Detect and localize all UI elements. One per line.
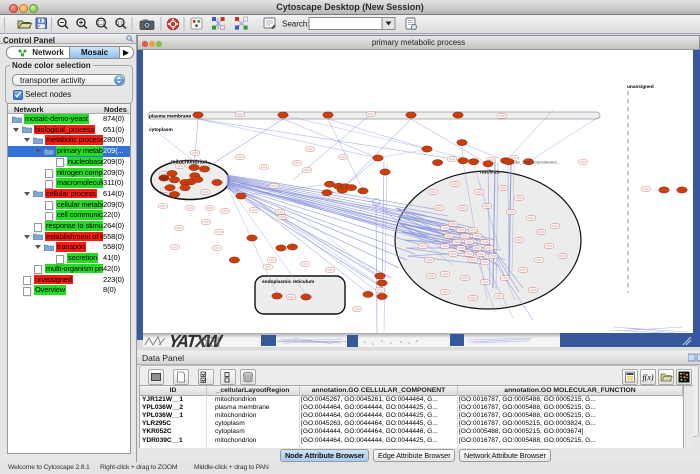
svg-text:endoplasmic reticulum: endoplasmic reticulum [262, 279, 314, 285]
svg-text:f(x): f(x) [642, 373, 653, 382]
svg-text:mitochondrion: mitochondrion [171, 160, 207, 166]
svg-text:cytoplasm: cytoplasm [149, 127, 173, 133]
svg-text:1:1: 1:1 [117, 21, 124, 26]
svg-text:nucleus: nucleus [480, 170, 500, 176]
svg-text:Search:: Search: [282, 20, 310, 29]
svg-text:cellular_component [metabolism: cellular_component [metabolism] ... [510, 161, 560, 165]
svg-text:unassigned: unassigned [627, 84, 654, 90]
svg-text:plasma membrane: plasma membrane [149, 114, 191, 120]
